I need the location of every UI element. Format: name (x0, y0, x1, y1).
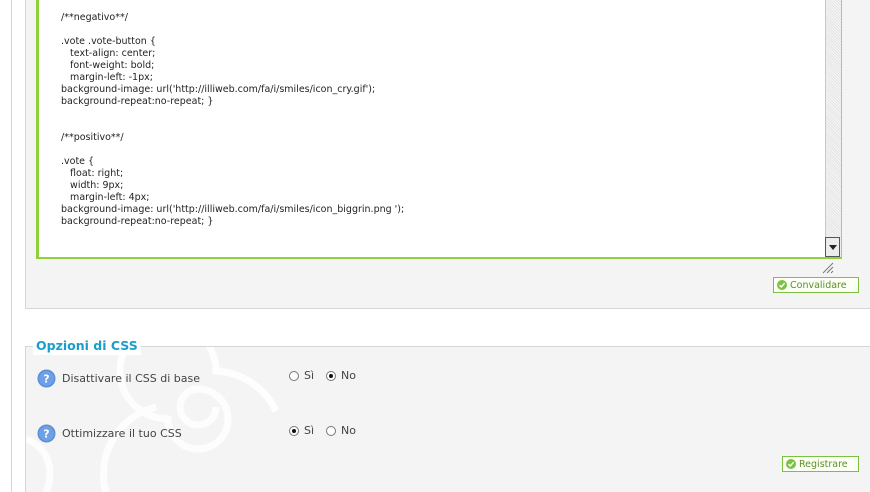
help-icon[interactable]: ? (37, 369, 56, 388)
svg-text:?: ? (43, 373, 49, 386)
scroll-down-arrow-icon[interactable] (825, 237, 840, 257)
register-button[interactable]: Registrare (782, 456, 859, 472)
validate-button[interactable]: Convalidare (773, 277, 859, 293)
radio-option-yes[interactable]: Sì (289, 424, 314, 437)
radio-yes[interactable] (289, 370, 299, 381)
css-options-title: Opzioni di CSS (33, 337, 141, 355)
radio-no-label: No (341, 424, 357, 437)
option-label-disable-base-css: Disattivare il CSS di base (62, 372, 200, 385)
radio-no[interactable] (326, 425, 337, 436)
radio-option-no[interactable]: No (326, 424, 356, 437)
resize-grip-icon[interactable] (821, 261, 834, 274)
page-left-border (11, 0, 12, 492)
css-code-content[interactable]: /**negativo**/ .vote .vote-button { text… (61, 12, 404, 228)
radio-group-disable-base-css: Sì No (289, 369, 368, 382)
css-code-textarea[interactable]: /**negativo**/ .vote .vote-button { text… (36, 0, 842, 259)
radio-no[interactable] (326, 370, 337, 381)
radio-yes-label: Sì (304, 369, 315, 382)
radio-option-yes[interactable]: Sì (289, 369, 314, 382)
check-circle-icon (777, 280, 787, 290)
textarea-scrollbar[interactable] (825, 0, 841, 257)
radio-no-label: No (341, 369, 357, 382)
css-options-panel (25, 346, 870, 492)
radio-group-optimize-css: Sì No (289, 424, 368, 437)
radio-yes[interactable] (289, 425, 299, 436)
radio-option-no[interactable]: No (326, 369, 356, 382)
svg-text:?: ? (43, 428, 49, 441)
check-circle-icon (786, 459, 796, 469)
radio-yes-label: Sì (304, 424, 315, 437)
option-label-optimize-css: Ottimizzare il tuo CSS (62, 427, 182, 440)
validate-button-label: Convalidare (790, 279, 847, 291)
register-button-label: Registrare (799, 458, 848, 470)
help-icon[interactable]: ? (37, 424, 56, 443)
